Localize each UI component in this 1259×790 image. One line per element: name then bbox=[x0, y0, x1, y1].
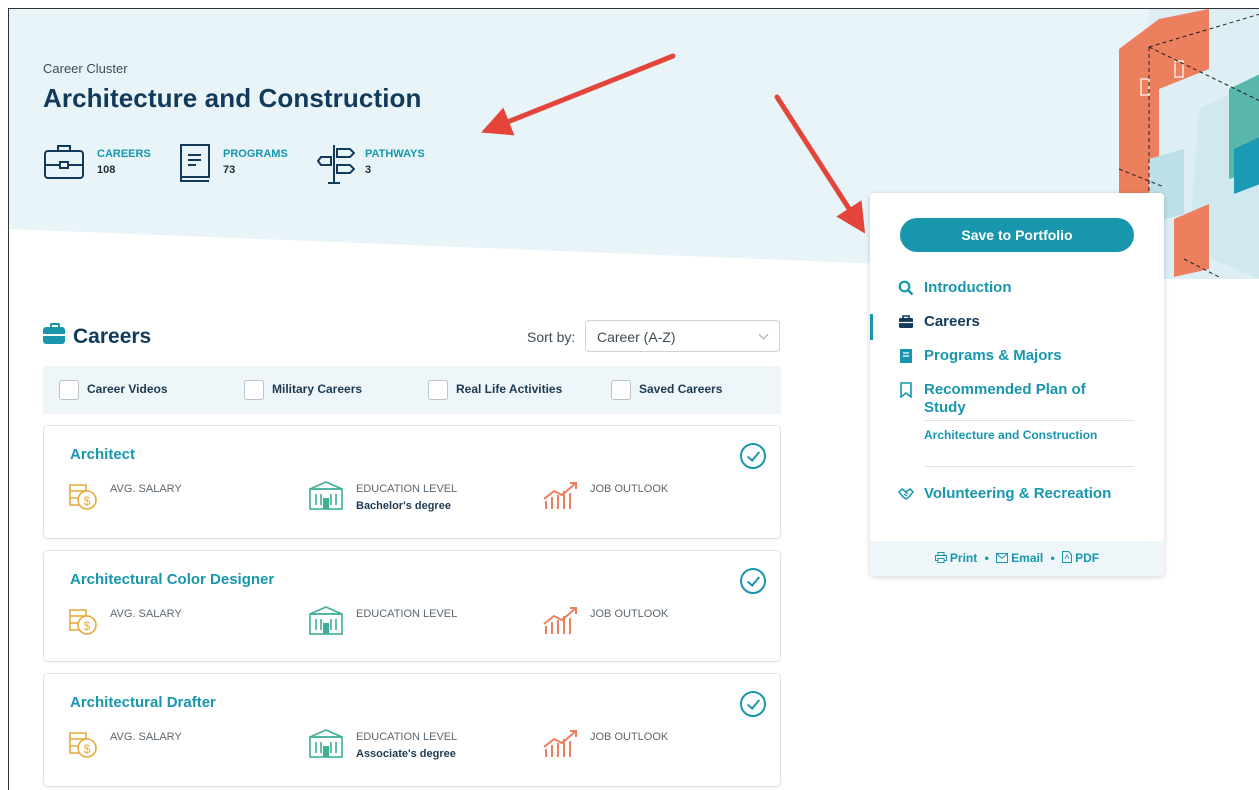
careers-heading: Careers bbox=[43, 323, 152, 349]
metric-label: JOB OUTLOOK bbox=[590, 608, 669, 620]
nav-label: Volunteering & Recreation bbox=[924, 485, 1112, 502]
pdf-label: PDF bbox=[1075, 551, 1100, 565]
briefcase-icon bbox=[899, 315, 913, 328]
stat-value: 108 bbox=[97, 164, 116, 176]
stat-label: PROGRAMS bbox=[223, 148, 288, 160]
share-footer: Print • Email • PDF bbox=[870, 541, 1164, 576]
sub-link-architecture-construction[interactable]: Architecture and Construction bbox=[924, 427, 1124, 444]
trend-up-icon bbox=[543, 607, 577, 634]
stat-programs[interactable]: PROGRAMS 73 bbox=[179, 143, 289, 187]
metric-label: JOB OUTLOOK bbox=[590, 731, 669, 743]
sort-label: Sort by: bbox=[527, 329, 576, 345]
filter-label: Saved Careers bbox=[639, 382, 723, 396]
metric-value: Bachelor's degree bbox=[356, 500, 451, 512]
school-building-icon bbox=[309, 606, 343, 635]
nav-label: Introduction bbox=[924, 279, 1012, 296]
stat-careers[interactable]: CAREERS 108 bbox=[43, 143, 153, 187]
svg-text:$: $ bbox=[84, 742, 91, 756]
email-link[interactable]: Email bbox=[996, 551, 1043, 565]
filter-label: Military Careers bbox=[272, 382, 363, 396]
stat-value: 73 bbox=[223, 164, 236, 176]
svg-text:$: $ bbox=[84, 494, 91, 508]
checkbox[interactable] bbox=[244, 380, 264, 400]
metric-label: AVG. SALARY bbox=[110, 483, 182, 495]
trend-up-icon bbox=[543, 482, 577, 509]
book-icon bbox=[180, 144, 210, 182]
page-frame: Career Cluster Architecture and Construc… bbox=[8, 8, 1259, 790]
metric-label: EDUCATION LEVEL bbox=[356, 731, 458, 743]
separator: • bbox=[984, 551, 989, 565]
sidebar-panel: Save to Portfolio Introduction Careers P… bbox=[870, 193, 1164, 576]
filter-bar: Career Videos Military Careers Real Life… bbox=[43, 366, 781, 414]
school-building-icon bbox=[309, 729, 343, 758]
save-check-icon[interactable] bbox=[740, 568, 766, 594]
metric-label: EDUCATION LEVEL bbox=[356, 483, 458, 495]
nav-label: Recommended Plan of Study bbox=[924, 381, 1086, 416]
briefcase-icon bbox=[43, 323, 65, 344]
careers-heading-text: Careers bbox=[73, 325, 152, 348]
print-link[interactable]: Print bbox=[934, 551, 978, 565]
envelope-icon bbox=[996, 553, 1009, 563]
svg-text:$: $ bbox=[84, 619, 91, 633]
career-title-link[interactable]: Architectural Color Designer bbox=[70, 571, 274, 588]
chevron-down-icon bbox=[758, 329, 769, 340]
email-label: Email bbox=[1011, 551, 1044, 565]
metric-label: AVG. SALARY bbox=[110, 608, 182, 620]
stat-value: 3 bbox=[365, 164, 372, 176]
save-check-icon[interactable] bbox=[740, 691, 766, 717]
separator: • bbox=[1050, 551, 1055, 565]
school-building-icon bbox=[309, 481, 343, 510]
signpost-icon bbox=[317, 145, 355, 184]
metric-value: Associate's degree bbox=[356, 748, 456, 760]
career-title-link[interactable]: Architectural Drafter bbox=[70, 694, 216, 711]
money-icon: $ bbox=[69, 484, 97, 510]
page-title: Architecture and Construction bbox=[43, 83, 422, 113]
printer-icon bbox=[934, 552, 947, 563]
metric-label: AVG. SALARY bbox=[110, 731, 182, 743]
nav-label: Programs & Majors bbox=[924, 347, 1062, 364]
pdf-link[interactable]: PDF bbox=[1062, 551, 1099, 565]
book-icon bbox=[900, 349, 912, 363]
checkbox[interactable] bbox=[59, 380, 79, 400]
briefcase-icon bbox=[44, 145, 84, 179]
career-title-link[interactable]: Architect bbox=[70, 446, 135, 463]
active-indicator bbox=[870, 314, 873, 340]
stat-label: CAREERS bbox=[97, 148, 151, 160]
trend-up-icon bbox=[543, 730, 577, 757]
metric-label: JOB OUTLOOK bbox=[590, 483, 669, 495]
print-label: Print bbox=[949, 551, 978, 565]
divider bbox=[924, 466, 1134, 467]
stat-pathways[interactable]: PATHWAYS 3 bbox=[317, 143, 427, 187]
career-card: Architectural Color Designer $ AVG. SALA… bbox=[43, 550, 781, 662]
money-icon: $ bbox=[69, 609, 97, 635]
cluster-label: Career Cluster bbox=[43, 61, 128, 76]
share-links: Print • Email • PDF bbox=[870, 551, 1164, 565]
checkbox[interactable] bbox=[611, 380, 631, 400]
money-icon: $ bbox=[69, 732, 97, 758]
nav-label: Careers bbox=[924, 313, 980, 330]
save-to-portfolio-button[interactable]: Save to Portfolio bbox=[900, 218, 1134, 252]
bookmark-icon bbox=[900, 382, 912, 398]
save-check-icon[interactable] bbox=[740, 443, 766, 469]
sort-select[interactable]: Career (A-Z) bbox=[585, 320, 780, 352]
search-icon bbox=[898, 280, 914, 296]
divider bbox=[924, 420, 1134, 421]
pdf-file-icon bbox=[1062, 551, 1073, 563]
career-card: Architectural Drafter $ AVG. SALARY EDUC… bbox=[43, 673, 781, 787]
filter-label: Real Life Activities bbox=[456, 382, 563, 396]
career-card: Architect $ AVG. SALARY EDUCATION LEVEL … bbox=[43, 425, 781, 539]
metric-label: EDUCATION LEVEL bbox=[356, 608, 458, 620]
filter-label: Career Videos bbox=[87, 382, 168, 396]
sort-select-value: Career (A-Z) bbox=[597, 329, 676, 345]
checkbox[interactable] bbox=[428, 380, 448, 400]
stat-label: PATHWAYS bbox=[365, 148, 425, 160]
handshake-icon bbox=[898, 488, 914, 500]
